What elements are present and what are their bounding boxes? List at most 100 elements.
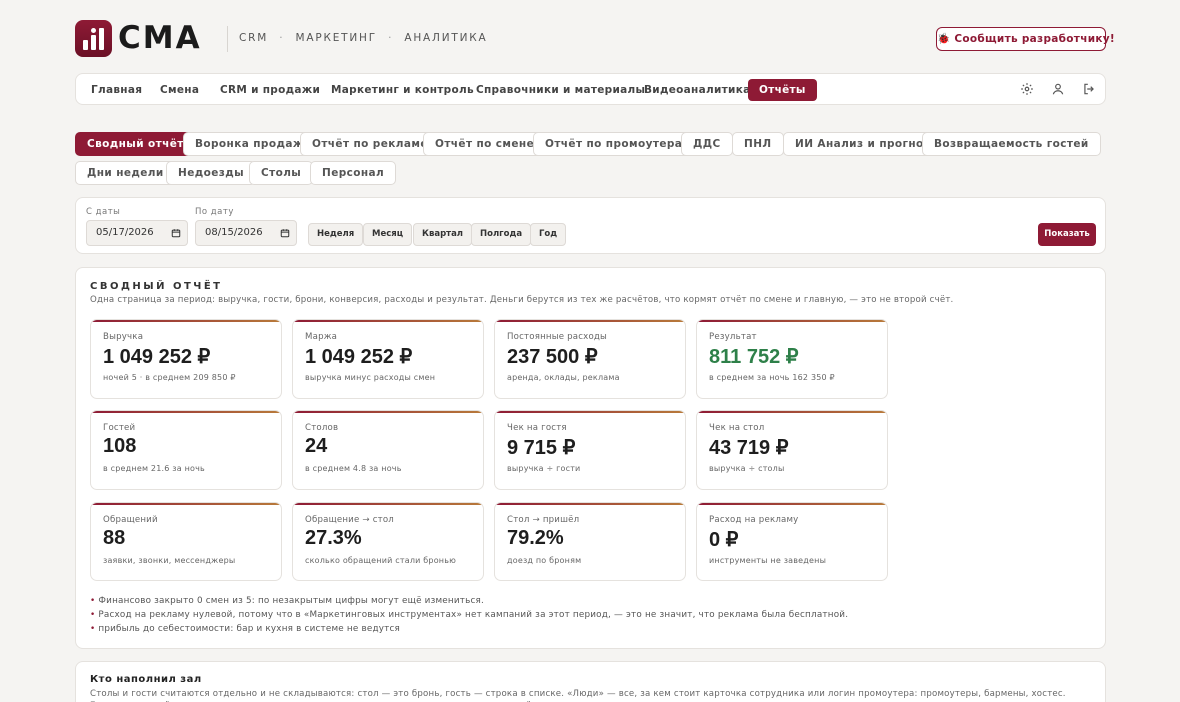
bullet: •: [90, 596, 96, 606]
kpi-card-margin: Маржа 1 049 252 ₽ выручка минус расходы …: [292, 319, 484, 399]
tab-sales-funnel[interactable]: Воронка продаж: [183, 132, 316, 156]
summary-notes: • Финансово закрыто 0 смен из 5: по незак…: [90, 594, 848, 636]
period-halfyear-button[interactable]: Полгода: [471, 223, 532, 246]
tab-summary-report[interactable]: Сводный отчёт: [75, 132, 196, 156]
who-filled-hall-section: Кто наполнил зал Столы и гости считаются…: [75, 661, 1106, 702]
kpi-label: Выручка: [103, 332, 144, 342]
nav-item-crm-sales[interactable]: CRM и продажи: [209, 79, 331, 101]
bug-icon: 🐞: [937, 33, 951, 45]
kpi-note: аренда, оклады, реклама: [507, 373, 620, 382]
tab-ai-analysis[interactable]: ИИ Анализ и прогноз: [783, 132, 943, 156]
nav-item-reports[interactable]: Отчёты: [748, 79, 817, 101]
header-nav-analytics[interactable]: АНАЛИТИКА: [404, 32, 487, 44]
header-nav-separator: ·: [388, 32, 394, 44]
logo-icon[interactable]: [75, 20, 112, 57]
kpi-card-result: Результат 811 752 ₽ в среднем за ночь 16…: [696, 319, 888, 399]
summary-report-section: СВОДНЫЙ ОТЧЁТ Одна страница за период: в…: [75, 267, 1106, 649]
kpi-label: Гостей: [103, 423, 136, 433]
kpi-value: 43 719 ₽: [709, 437, 789, 459]
kpi-note: выручка ÷ столы: [709, 464, 785, 473]
tab-no-shows[interactable]: Недоезды: [166, 161, 256, 185]
app-header: CMA CRM · МАРКЕТИНГ · АНАЛИТИКА 🐞 Сообщи…: [0, 0, 1180, 74]
kpi-value: 79.2%: [507, 527, 564, 549]
kpi-value: 237 500 ₽: [507, 346, 598, 368]
kpi-value: 811 752 ₽: [709, 346, 799, 368]
kpi-card-ad-spend: Расход на рекламу 0 ₽ инструменты не зав…: [696, 502, 888, 581]
section-subtitle: Одна страница за период: выручка, гости,…: [90, 295, 954, 305]
to-date-label: По дату: [195, 207, 234, 217]
calendar-icon[interactable]: [171, 221, 181, 248]
kpi-note: заявки, звонки, мессенджеры: [103, 556, 236, 565]
logout-icon[interactable]: [1081, 82, 1097, 98]
kpi-card-guests: Гостей 108 в среднем 21.6 за ночь: [90, 410, 282, 490]
note-text: Расход на рекламу нулевой, потому что в …: [98, 610, 849, 620]
tab-ads-report[interactable]: Отчёт по рекламе: [300, 132, 440, 156]
report-developer-button[interactable]: 🐞 Сообщить разработчику!: [936, 27, 1115, 51]
to-date-value: 08/15/2026: [205, 227, 263, 238]
brand-name[interactable]: CMA: [118, 18, 202, 58]
kpi-label: Чек на гостя: [507, 423, 567, 433]
to-date-input[interactable]: 08/15/2026: [195, 220, 297, 246]
kpi-label: Результат: [709, 332, 757, 342]
note-text: прибыль до себестоимости: бар и кухня в …: [98, 624, 401, 634]
kpi-label: Постоянные расходы: [507, 332, 608, 342]
kpi-card-fixed-costs: Постоянные расходы 237 500 ₽ аренда, окл…: [494, 319, 686, 399]
period-year-button[interactable]: Год: [530, 223, 567, 246]
from-date-label: С даты: [86, 207, 121, 217]
tab-guest-return[interactable]: Возвращаемость гостей: [922, 132, 1101, 156]
user-icon[interactable]: [1050, 82, 1066, 98]
note-text: Финансово закрыто 0 смен из 5: по незакр…: [98, 596, 485, 606]
show-button[interactable]: Показать: [1038, 223, 1096, 246]
tab-pnl[interactable]: ПНЛ: [732, 132, 784, 156]
kpi-card-inquiries: Обращений 88 заявки, звонки, мессенджеры: [90, 502, 282, 581]
period-week-button[interactable]: Неделя: [308, 223, 364, 246]
header-section-nav: CRM · МАРКЕТИНГ · АНАЛИТИКА: [239, 30, 488, 46]
kpi-card-tables: Столов 24 в среднем 4.8 за ночь: [292, 410, 484, 490]
main-nav: Главная Смена CRM и продажи Маркетинг и …: [75, 73, 1106, 105]
section-description: Столы и гости считаются отдельно и не ск…: [90, 689, 1066, 702]
nav-item-shift[interactable]: Смена: [149, 79, 210, 101]
tab-staff[interactable]: Персонал: [310, 161, 397, 185]
kpi-value: 108: [103, 435, 137, 457]
kpi-note: в среднем за ночь 162 350 ₽: [709, 373, 835, 382]
kpi-value: 9 715 ₽: [507, 437, 576, 459]
kpi-label: Маржа: [305, 332, 338, 342]
kpi-value: 0 ₽: [709, 529, 739, 551]
kpi-note: инструменты не заведены: [709, 556, 827, 565]
gear-icon[interactable]: [1019, 82, 1035, 98]
kpi-value: 1 049 252 ₽: [305, 346, 413, 368]
tab-dds[interactable]: ДДС: [681, 132, 733, 156]
period-quarter-button[interactable]: Квартал: [413, 223, 473, 246]
kpi-note: ночей 5 · в среднем 209 850 ₽: [103, 373, 236, 382]
tab-weekdays[interactable]: Дни недели: [75, 161, 176, 185]
kpi-note: доезд по броням: [507, 556, 582, 565]
nav-item-references[interactable]: Справочники и материалы: [465, 79, 656, 101]
date-filter-bar: С даты 05/17/2026 По дату 08/15/2026 Нед…: [75, 197, 1106, 254]
header-nav-marketing[interactable]: МАРКЕТИНГ: [296, 32, 377, 44]
bullet: •: [90, 624, 96, 634]
tab-tables[interactable]: Столы: [249, 161, 314, 185]
note-item: • прибыль до себестоимости: бар и кухня в…: [90, 622, 848, 636]
calendar-icon[interactable]: [280, 221, 290, 248]
header-nav-separator: ·: [279, 32, 285, 44]
from-date-input[interactable]: 05/17/2026: [86, 220, 188, 246]
kpi-card-check-per-guest: Чек на гостя 9 715 ₽ выручка ÷ гости: [494, 410, 686, 490]
kpi-note: выручка минус расходы смен: [305, 373, 436, 382]
nav-item-home[interactable]: Главная: [80, 79, 153, 101]
nav-item-video-analytics[interactable]: Видеоаналитика: [633, 79, 762, 101]
kpi-card-inquiry-to-table: Обращение → стол 27.3% сколько обращений…: [292, 502, 484, 581]
kpi-label: Чек на стол: [709, 423, 765, 433]
kpi-card-check-per-table: Чек на стол 43 719 ₽ выручка ÷ столы: [696, 410, 888, 490]
tab-shift-report[interactable]: Отчёт по смене: [423, 132, 547, 156]
kpi-card-table-to-arrival: Стол → пришёл 79.2% доезд по броням: [494, 502, 686, 581]
nav-item-marketing-control[interactable]: Маркетинг и контроль: [320, 79, 485, 101]
kpi-label: Расход на рекламу: [709, 515, 799, 525]
kpi-card-revenue: Выручка 1 049 252 ₽ ночей 5 · в среднем …: [90, 319, 282, 399]
period-month-button[interactable]: Месяц: [363, 223, 413, 246]
note-item: • Финансово закрыто 0 смен из 5: по незак…: [90, 594, 848, 608]
section-title: Кто наполнил зал: [90, 674, 202, 685]
header-nav-crm[interactable]: CRM: [239, 32, 268, 44]
tab-promoters-report[interactable]: Отчёт по промоутерам: [533, 132, 704, 156]
report-developer-label: Сообщить разработчику!: [954, 33, 1116, 45]
header-divider: [227, 26, 228, 52]
